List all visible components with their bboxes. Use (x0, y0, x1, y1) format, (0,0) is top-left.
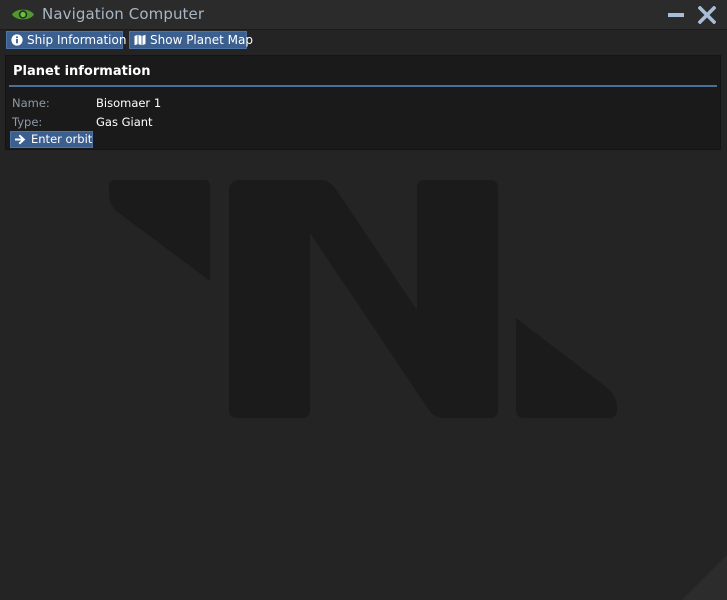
panel-heading: Planet information (13, 64, 151, 79)
close-icon[interactable] (698, 6, 716, 24)
navigation-computer-window: Navigation Computer Ship Information Sho… (0, 0, 727, 600)
window-title: Navigation Computer (42, 5, 205, 23)
show-planet-map-button[interactable]: Show Planet Map (129, 31, 253, 49)
planet-name-label: Name: (12, 96, 50, 110)
minimize-icon[interactable] (667, 6, 685, 24)
ship-information-button[interactable]: Ship Information (6, 31, 127, 49)
enter-orbit-label: Enter orbit (31, 132, 93, 146)
ship-information-label: Ship Information (27, 33, 127, 47)
window-titlebar[interactable]: Navigation Computer (0, 0, 727, 30)
show-planet-map-label: Show Planet Map (150, 33, 253, 47)
planet-type-value: Gas Giant (96, 115, 153, 129)
arrow-right-icon (15, 134, 26, 145)
planet-type-label: Type: (12, 115, 43, 129)
planet-information-panel: Planet information Name: Bisomaer 1 Type… (5, 55, 721, 150)
resize-handle[interactable] (682, 555, 727, 600)
map-icon (134, 34, 146, 46)
logo-watermark (109, 180, 617, 418)
planet-name-value: Bisomaer 1 (96, 96, 162, 110)
heading-divider (9, 85, 717, 87)
eye-icon (12, 9, 34, 20)
info-icon (11, 34, 23, 46)
enter-orbit-button[interactable]: Enter orbit (10, 131, 93, 148)
